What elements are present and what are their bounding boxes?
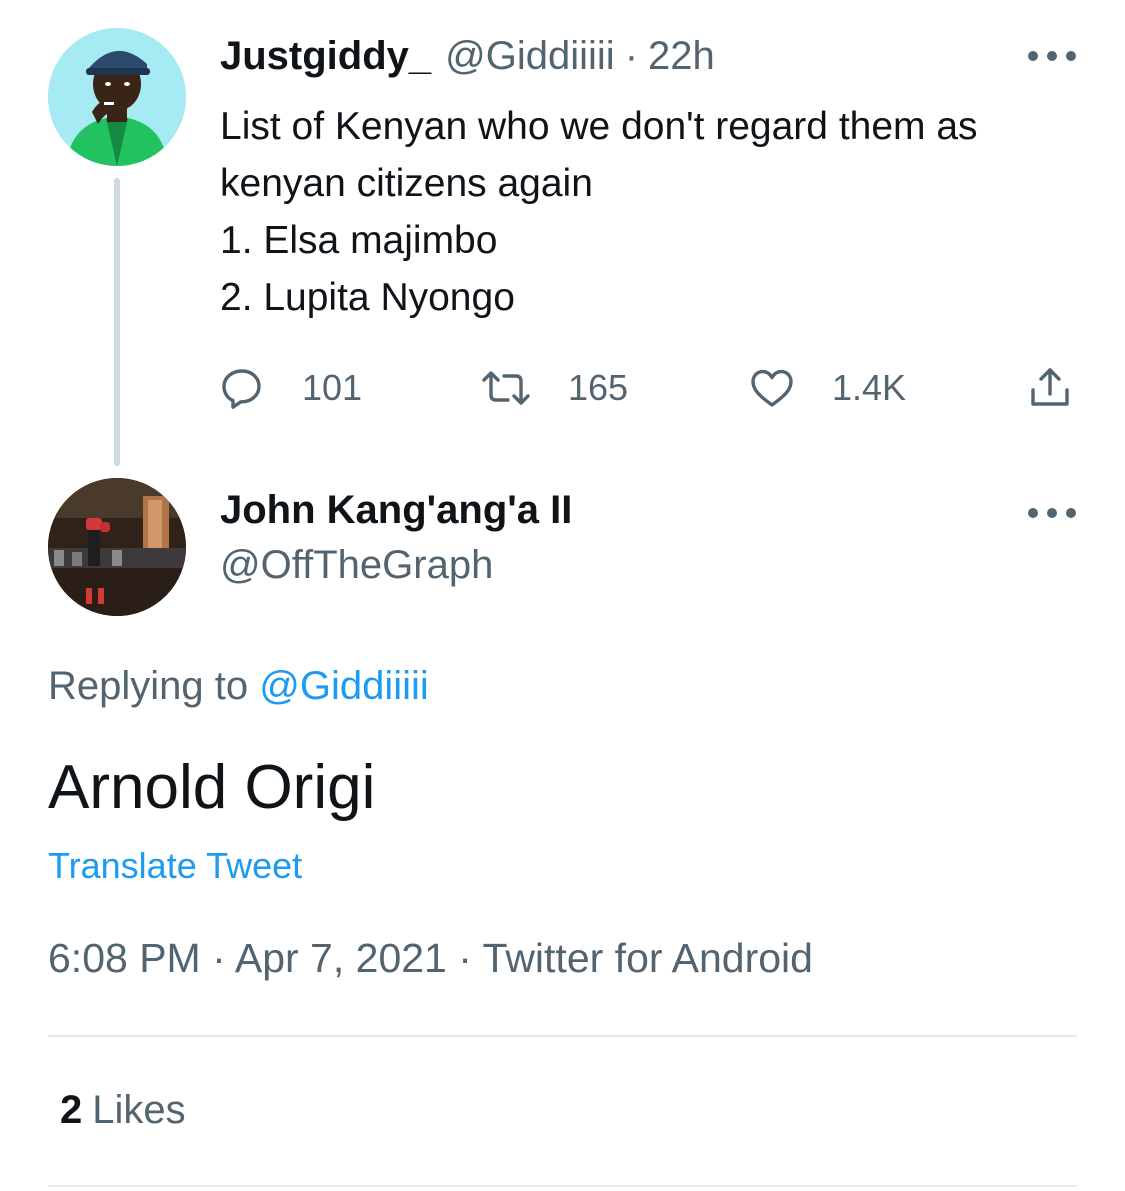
parent-action-bar: 101 165 1.4K [218,360,1078,416]
replying-mention-link[interactable]: @Giddiiiii [259,664,429,708]
parent-tweet-header: Justgiddy_ @Giddiiiii · 22h [220,34,715,82]
parent-tweet-text: List of Kenyan who we don't regard them … [220,98,1090,326]
retweet-icon [482,371,530,405]
parent-display-name[interactable]: Justgiddy_ [220,34,431,79]
tweet-detail-page: Justgiddy_ @Giddiiiii · 22h List of Keny… [0,0,1125,1191]
reply-count: 101 [302,367,363,408]
like-count: 1.4K [832,367,907,408]
reply-more-icon[interactable] [1028,503,1076,523]
parent-text-line: kenyan citizens again [220,162,593,205]
reply-tweet-text: Arnold Origi [48,753,376,822]
reply-display-name[interactable]: John Kang'ang'a II [220,488,572,533]
parent-text-line: 2. Lupita Nyongo [220,276,515,319]
retweet-button[interactable]: 165 [480,360,628,416]
reply-avatar[interactable] [48,478,186,616]
likes-count: 2 [60,1088,83,1132]
share-icon [1031,368,1069,406]
like-button[interactable]: 1.4K [748,360,906,416]
like-icon [751,369,793,407]
replying-prefix: Replying to [48,664,249,708]
parent-more-icon[interactable] [1028,46,1076,66]
retweet-count: 165 [568,367,629,408]
divider [48,1185,1077,1187]
translate-tweet-link[interactable]: Translate Tweet [48,845,302,887]
parent-avatar-illustration [48,28,186,166]
reply-avatar-photo [48,478,186,616]
parent-text-line: 1. Elsa majimbo [220,219,498,262]
thread-connector-line [114,178,120,466]
reply-button[interactable]: 101 [218,360,362,416]
likes-label: Likes [92,1088,186,1132]
parent-avatar[interactable] [48,28,186,166]
replying-to-line: Replying to @Giddiiiii [48,664,429,709]
divider [48,1035,1077,1037]
tweet-metadata: 6:08 PM · Apr 7, 2021 · Twitter for Andr… [48,935,813,981]
parent-timestamp[interactable]: 22h [648,34,715,79]
likes-summary[interactable]: 2 Likes [60,1088,186,1133]
header-separator: · [624,34,639,78]
parent-text-line: List of Kenyan who we don't regard them … [220,105,978,148]
reply-icon [222,369,261,409]
reply-handle[interactable]: @OffTheGraph [220,543,493,588]
parent-handle[interactable]: @Giddiiiii [445,34,615,79]
share-button[interactable] [1026,360,1074,416]
